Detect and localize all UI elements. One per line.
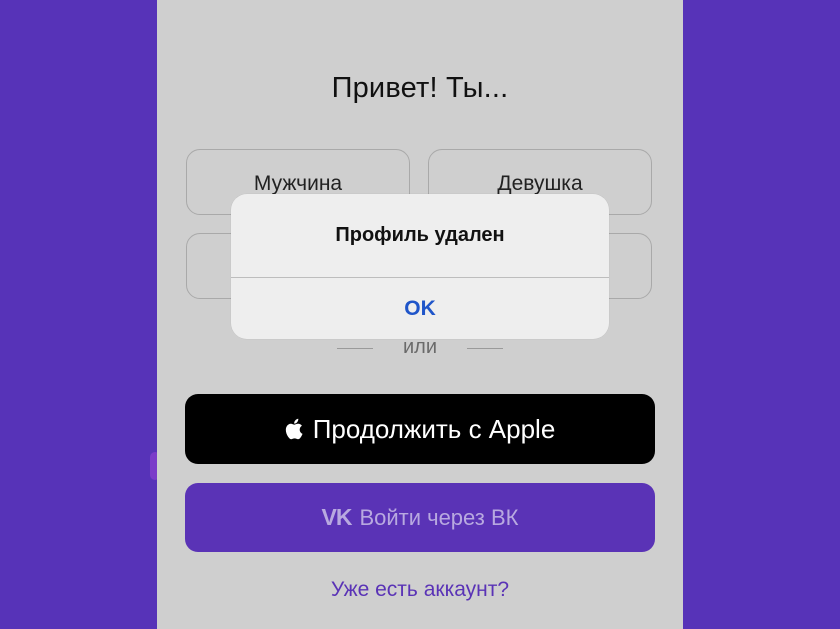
apple-icon	[285, 418, 303, 440]
alert-title: Профиль удален	[335, 224, 505, 246]
vk-icon: VK	[321, 504, 352, 530]
existing-account-link[interactable]: Уже есть аккаунт?	[157, 578, 683, 602]
divider-line-right	[467, 348, 503, 349]
apple-button-label: Продолжить с Apple	[312, 413, 556, 444]
login-with-vk-button[interactable]: VK Войти через ВК	[185, 483, 655, 552]
choice-female-label: Девушка	[497, 172, 583, 195]
continue-with-apple-button[interactable]: Продолжить с Apple	[185, 394, 655, 464]
vk-button-label: Войти через ВК	[359, 504, 519, 530]
or-divider: или	[157, 336, 683, 360]
choice-male-label: Мужчина	[253, 172, 343, 195]
divider-text: или	[402, 336, 437, 358]
greeting-title: Привет! Ты...	[331, 72, 509, 104]
alert-ok-button[interactable]: OK	[231, 278, 609, 339]
alert-dialog: Профиль удален OK	[231, 194, 609, 339]
